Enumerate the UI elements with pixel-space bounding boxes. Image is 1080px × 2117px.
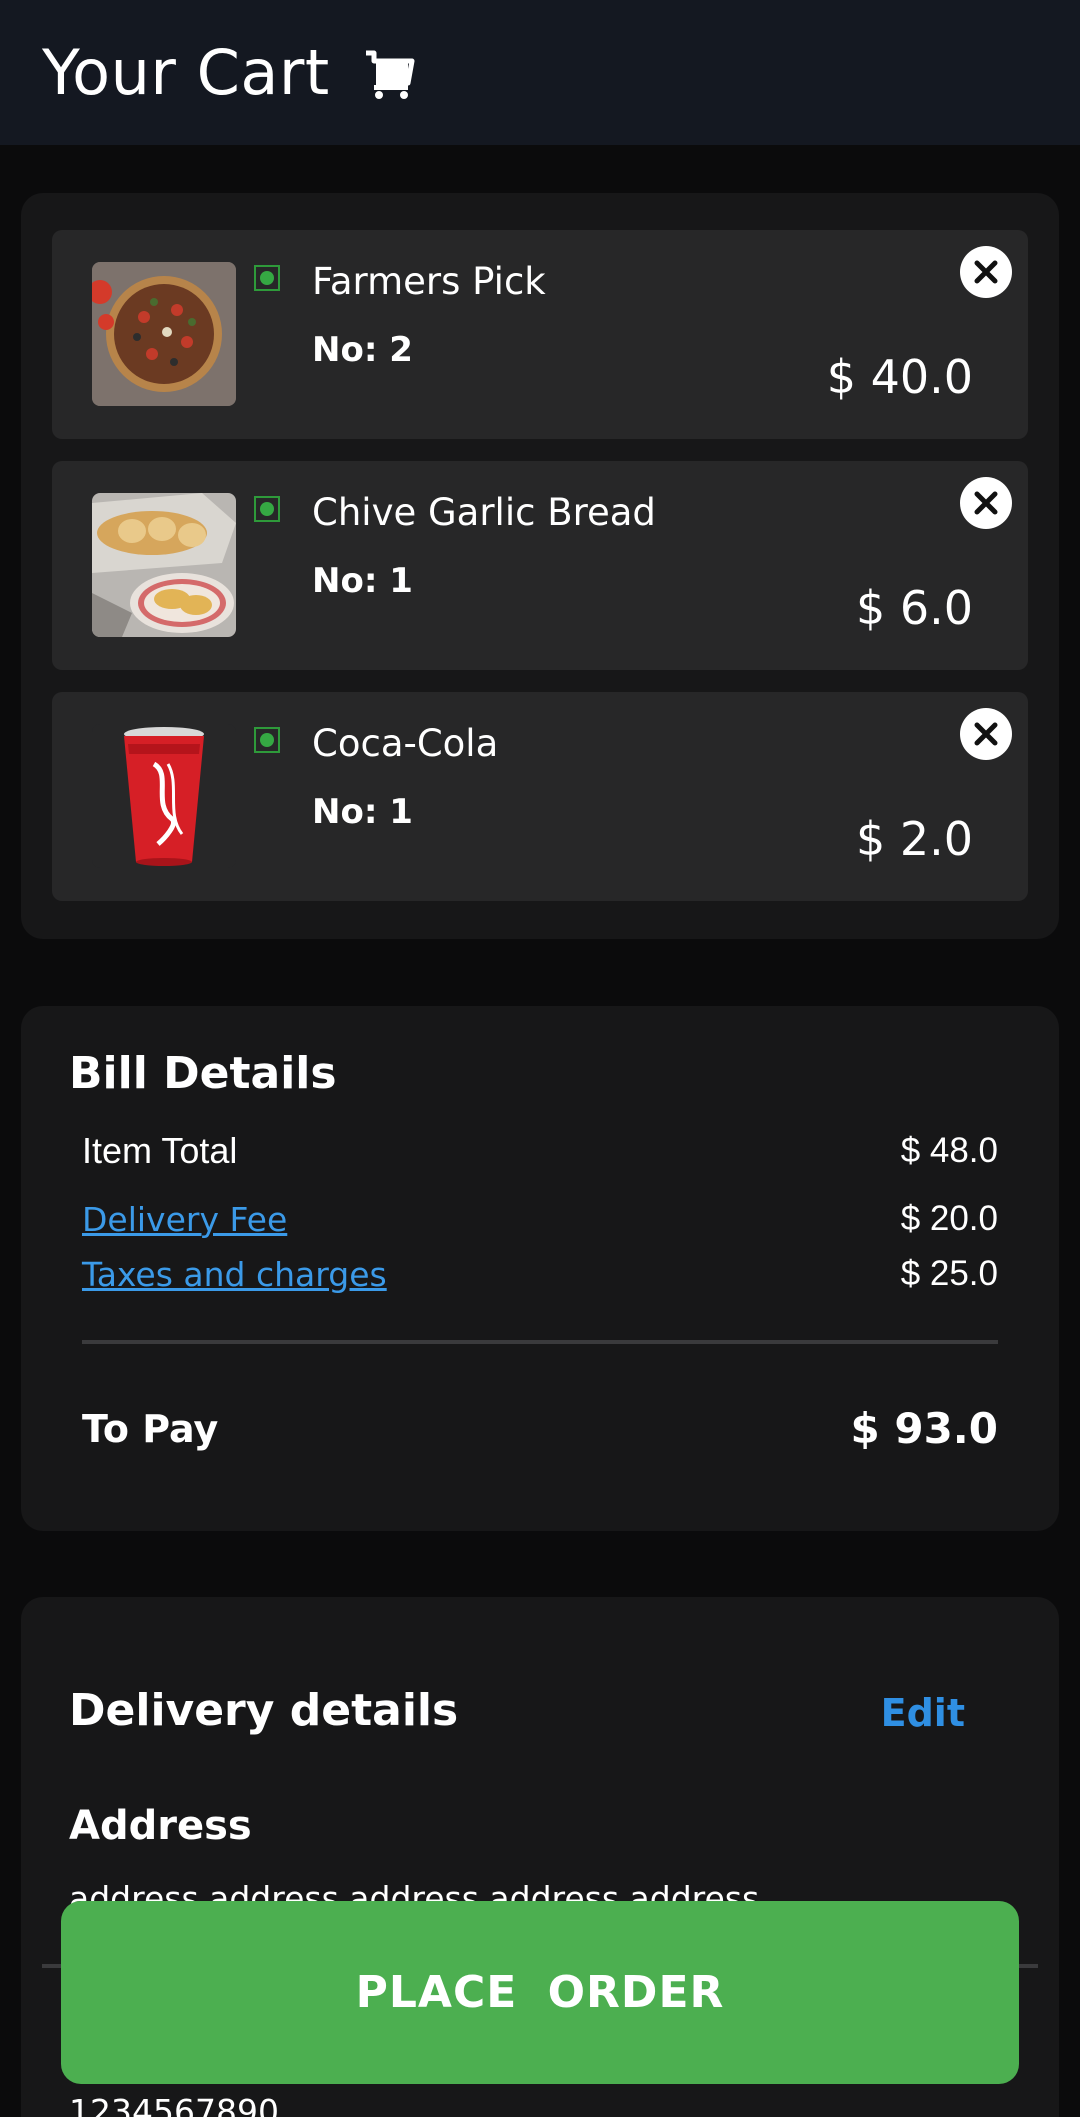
item-name: Farmers Pick — [312, 260, 546, 303]
cart-items-panel: Farmers Pick No: 2 $ 40.0 Chive Garlic B… — [21, 193, 1059, 939]
item-total-value: $ 48.0 — [900, 1131, 998, 1170]
close-icon — [974, 722, 998, 746]
cart-item: Chive Garlic Bread No: 1 $ 6.0 — [52, 461, 1028, 670]
phone-number-text: 1234567890 — [69, 2092, 279, 2117]
delivery-fee-row: Delivery Fee $ 20.0 — [82, 1199, 998, 1239]
taxes-and-charges-link[interactable]: Taxes and charges — [82, 1255, 387, 1294]
item-price: $ 40.0 — [826, 350, 973, 404]
to-pay-row: To Pay $ 93.0 — [82, 1404, 998, 1453]
bill-details-panel: Bill Details Item Total $ 48.0 Delivery … — [21, 1006, 1059, 1531]
item-quantity: No: 1 — [312, 792, 413, 832]
app-header: Your Cart — [0, 0, 1080, 145]
veg-indicator-icon — [254, 265, 280, 291]
page-title: Your Cart — [42, 36, 330, 109]
cart-item: Coca-Cola No: 1 $ 2.0 — [52, 692, 1028, 901]
remove-item-button[interactable] — [960, 246, 1012, 298]
remove-item-button[interactable] — [960, 708, 1012, 760]
delivery-fee-value: $ 20.0 — [900, 1199, 998, 1238]
item-price: $ 2.0 — [855, 812, 973, 866]
item-total-label: Item Total — [82, 1130, 238, 1171]
item-quantity: No: 2 — [312, 330, 413, 370]
veg-indicator-icon — [254, 727, 280, 753]
remove-item-button[interactable] — [960, 477, 1012, 529]
cart-item: Farmers Pick No: 2 $ 40.0 — [52, 230, 1028, 439]
place-order-button[interactable]: PLACE ORDER — [61, 1901, 1019, 2084]
item-quantity: No: 1 — [312, 561, 413, 601]
bill-divider — [82, 1340, 998, 1344]
delivery-fee-link[interactable]: Delivery Fee — [82, 1200, 287, 1239]
veg-indicator-icon — [254, 496, 280, 522]
close-icon — [974, 260, 998, 284]
cart-screen: Your Cart Farmers Pick No: 2 $ 40.0 Chiv… — [0, 0, 1080, 2117]
address-heading: Address — [69, 1803, 252, 1849]
item-total-row: Item Total $ 48.0 — [82, 1130, 998, 1172]
garlic-bread-image — [92, 493, 236, 637]
item-name: Chive Garlic Bread — [312, 491, 656, 534]
taxes-value: $ 25.0 — [900, 1254, 998, 1293]
to-pay-label: To Pay — [82, 1406, 219, 1451]
coca-cola-cup-image — [92, 724, 236, 868]
to-pay-value: $ 93.0 — [850, 1404, 998, 1453]
close-icon — [974, 491, 998, 515]
bill-details-title: Bill Details — [69, 1048, 337, 1099]
item-price: $ 6.0 — [855, 581, 973, 635]
delivery-details-title: Delivery details — [69, 1685, 459, 1736]
edit-delivery-button[interactable]: Edit — [881, 1691, 965, 1735]
shopping-cart-icon — [362, 45, 418, 101]
taxes-row: Taxes and charges $ 25.0 — [82, 1254, 998, 1294]
pizza-image — [92, 262, 236, 406]
item-name: Coca-Cola — [312, 722, 499, 765]
